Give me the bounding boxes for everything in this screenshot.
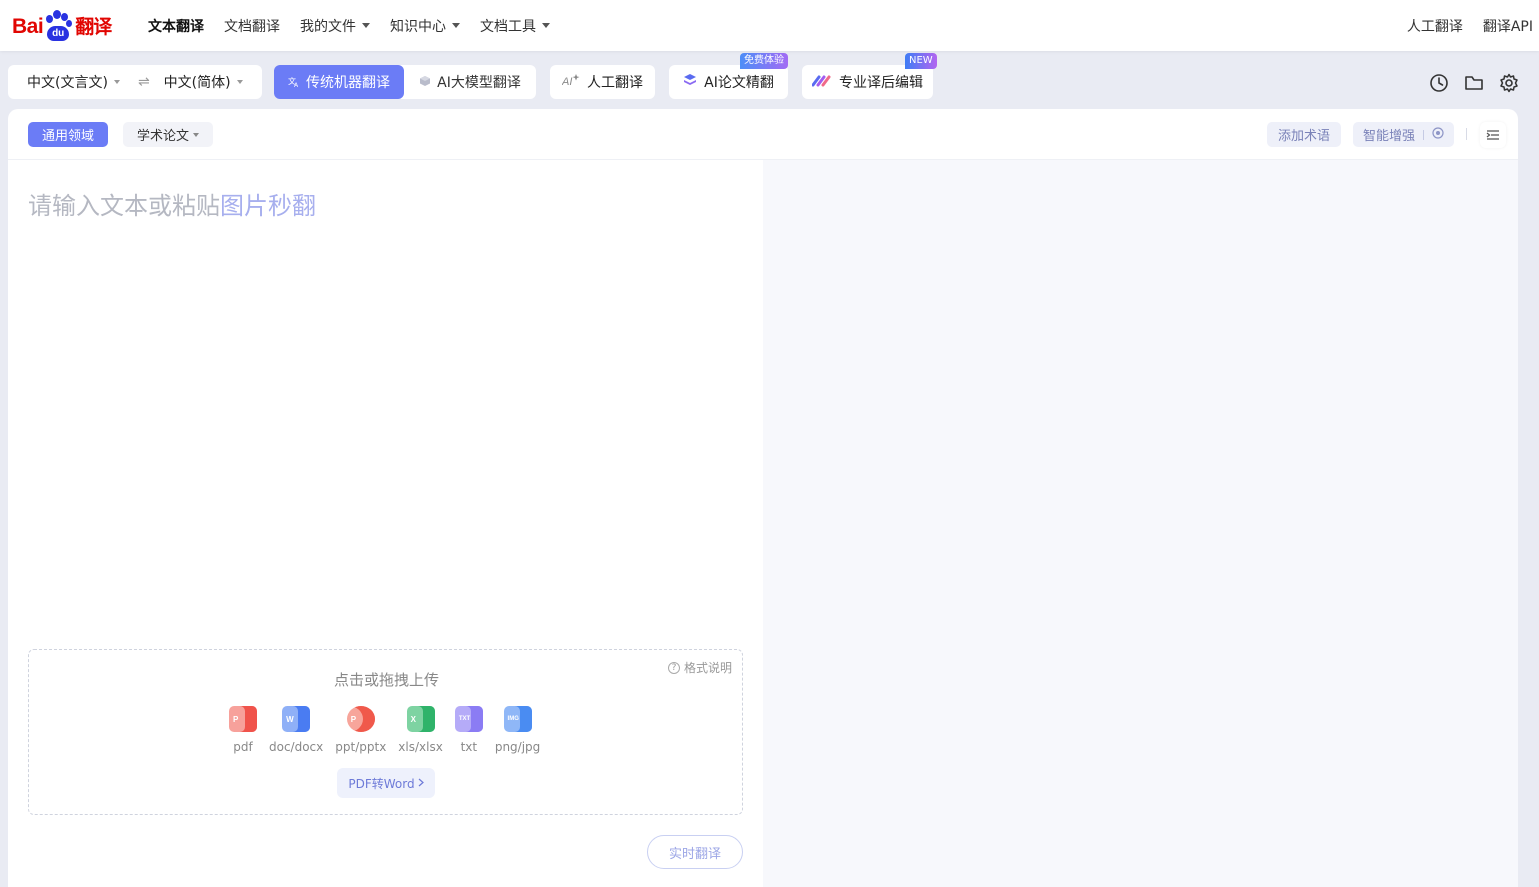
chevron-right-icon: [418, 776, 424, 790]
translation-panel: 通用领域 学术论文 添加术语 智能增强 请输入文本或粘贴图片秒翻 点击或拖拽上传…: [8, 109, 1518, 887]
chevron-down-icon: [362, 23, 370, 28]
layout-toggle-icon[interactable]: [1480, 122, 1506, 148]
source-text-input[interactable]: 请输入文本或粘贴图片秒翻: [28, 186, 316, 221]
pdf-icon: P: [229, 706, 257, 732]
domain-academic-select[interactable]: 学术论文: [123, 122, 213, 147]
translate-icon: 文A: [288, 75, 300, 90]
post-edit-button[interactable]: NEW 专业译后编辑: [802, 53, 937, 99]
chevron-down-icon: [113, 80, 120, 84]
mode-ai-llm[interactable]: AI大模型翻译: [404, 65, 536, 99]
file-type-image: IMG png/jpg: [495, 706, 540, 754]
cube-icon: [419, 75, 431, 90]
ai-sparkle-icon: AI: [561, 73, 580, 91]
smart-enhance-toggle[interactable]: 智能增强: [1353, 122, 1454, 147]
word-icon: W: [282, 706, 311, 732]
logo-text-du: du: [47, 26, 70, 41]
separator: [1423, 129, 1424, 140]
mode-traditional-mt[interactable]: 文A 传统机器翻译: [274, 65, 404, 99]
question-icon: ?: [667, 661, 680, 674]
logo-text-fanyi: 翻译: [75, 16, 112, 38]
file-type-xls: X xls/xlsx: [398, 706, 443, 754]
image-translate-link[interactable]: 图片秒翻: [220, 192, 316, 220]
human-translate-button[interactable]: AI 人工翻译: [550, 65, 655, 99]
ai-paper-translate-button[interactable]: 免费体验 AI论文精翻: [669, 53, 788, 99]
paw-icon: du: [44, 10, 73, 44]
nav-knowledge-center[interactable]: 知识中心: [390, 16, 460, 36]
nav-right-links: 人工翻译 翻译API: [1387, 0, 1533, 51]
domain-general-button[interactable]: 通用领域: [28, 122, 108, 147]
file-type-pdf: P pdf: [229, 706, 257, 754]
nav-translate-api[interactable]: 翻译API: [1483, 16, 1533, 36]
add-terms-button[interactable]: 添加术语: [1267, 122, 1341, 147]
file-type-doc: W doc/docx: [269, 706, 323, 754]
layers-icon: [683, 73, 697, 91]
main-nav: 文本翻译 文档翻译 我的文件 知识中心 文档工具: [148, 0, 570, 51]
top-navigation: Bai du 翻译 文本翻译 文档翻译 我的文件 知识中心 文档工具 人工翻译 …: [0, 0, 1539, 51]
nav-human-translate[interactable]: 人工翻译: [1407, 16, 1463, 36]
nav-doc-tools[interactable]: 文档工具: [480, 16, 550, 36]
image-icon: IMG: [503, 706, 532, 732]
svg-text:AI: AI: [562, 76, 572, 87]
translation-output-pane: [763, 160, 1518, 887]
powerpoint-icon: P: [346, 706, 375, 732]
translation-toolbar: 中文(文言文) ⇌ 中文(简体) 文A 传统机器翻译 AI大模型翻译 AI 人工…: [0, 51, 1539, 109]
source-language-select[interactable]: 中文(文言文): [27, 72, 120, 92]
panel-header: 通用领域 学术论文 添加术语 智能增强: [8, 109, 1518, 160]
edit-stripes-icon: [811, 73, 832, 91]
language-selector: 中文(文言文) ⇌ 中文(简体): [8, 65, 262, 99]
logo-text-bai: Bai: [12, 15, 44, 38]
pdf-to-word-button[interactable]: PDF转Word: [337, 768, 435, 798]
free-trial-badge: 免费体验: [740, 53, 788, 69]
folder-icon[interactable]: [1464, 73, 1484, 93]
upload-title: 点击或拖拽上传: [333, 671, 439, 689]
header-divider: [1466, 128, 1467, 140]
history-icon[interactable]: [1429, 73, 1449, 93]
nav-my-files[interactable]: 我的文件: [300, 16, 370, 36]
nav-doc-translate[interactable]: 文档翻译: [224, 16, 280, 36]
target-icon: [1432, 126, 1444, 143]
file-type-list: P pdf W doc/docx P ppt/pptx X xls/xlsx T…: [229, 706, 552, 754]
nav-text-translate[interactable]: 文本翻译: [148, 16, 204, 36]
excel-icon: X: [406, 706, 435, 732]
file-upload-dropzone[interactable]: 点击或拖拽上传 ? 格式说明 P pdf W doc/docx P ppt/pp…: [28, 649, 743, 815]
translation-mode-group: 文A 传统机器翻译 AI大模型翻译: [274, 65, 536, 99]
chevron-down-icon: [542, 23, 550, 28]
chevron-down-icon: [236, 80, 243, 84]
txt-icon: TXT: [454, 706, 483, 732]
realtime-translate-button[interactable]: 实时翻译: [647, 835, 743, 869]
new-badge: NEW: [905, 53, 937, 69]
chevron-down-icon: [452, 23, 460, 28]
chevron-down-icon: [193, 132, 199, 137]
swap-languages-icon[interactable]: ⇌: [138, 74, 150, 90]
file-type-ppt: P ppt/pptx: [335, 706, 386, 754]
file-type-txt: TXT txt: [454, 706, 483, 754]
settings-icon[interactable]: [1499, 73, 1519, 93]
svg-text:A: A: [294, 82, 299, 87]
baidu-translate-logo[interactable]: Bai du 翻译: [12, 4, 112, 44]
format-help-link[interactable]: ? 格式说明: [667, 659, 732, 676]
target-language-select[interactable]: 中文(简体): [164, 72, 243, 92]
